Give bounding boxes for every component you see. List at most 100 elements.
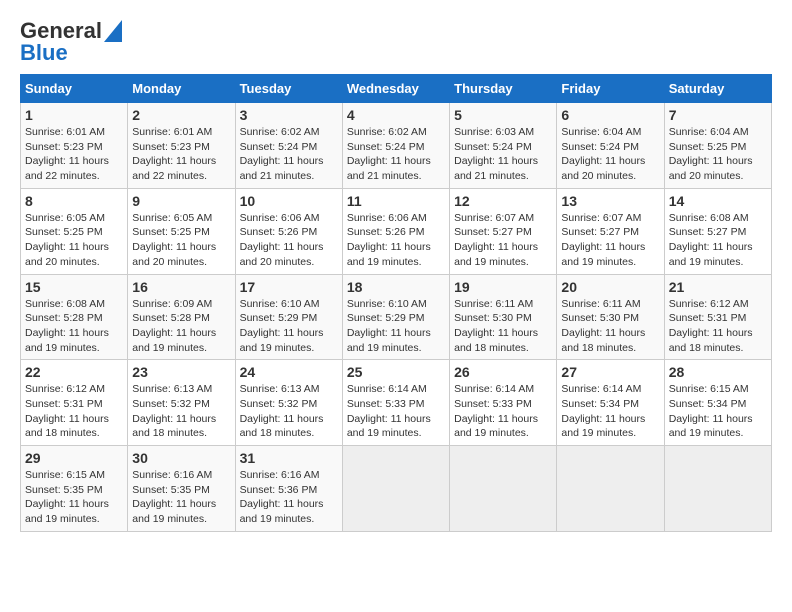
calendar-day-cell: 27 Sunrise: 6:14 AMSunset: 5:34 PMDaylig… xyxy=(557,360,664,446)
day-number: 8 xyxy=(25,193,123,209)
calendar-day-cell: 23 Sunrise: 6:13 AMSunset: 5:32 PMDaylig… xyxy=(128,360,235,446)
day-number: 30 xyxy=(132,450,230,466)
day-info: Sunrise: 6:07 AMSunset: 5:27 PMDaylight:… xyxy=(561,211,659,270)
calendar-day-cell: 7 Sunrise: 6:04 AMSunset: 5:25 PMDayligh… xyxy=(664,103,771,189)
calendar-week-row: 29 Sunrise: 6:15 AMSunset: 5:35 PMDaylig… xyxy=(21,446,772,532)
day-number: 21 xyxy=(669,279,767,295)
calendar-day-cell: 6 Sunrise: 6:04 AMSunset: 5:24 PMDayligh… xyxy=(557,103,664,189)
day-info: Sunrise: 6:12 AMSunset: 5:31 PMDaylight:… xyxy=(669,297,767,356)
calendar-table: SundayMondayTuesdayWednesdayThursdayFrid… xyxy=(20,74,772,532)
day-info: Sunrise: 6:06 AMSunset: 5:26 PMDaylight:… xyxy=(347,211,445,270)
empty-day-cell xyxy=(342,446,449,532)
day-info: Sunrise: 6:11 AMSunset: 5:30 PMDaylight:… xyxy=(561,297,659,356)
day-info: Sunrise: 6:08 AMSunset: 5:28 PMDaylight:… xyxy=(25,297,123,356)
weekday-header: Wednesday xyxy=(342,75,449,103)
day-info: Sunrise: 6:05 AMSunset: 5:25 PMDaylight:… xyxy=(25,211,123,270)
day-number: 27 xyxy=(561,364,659,380)
day-info: Sunrise: 6:14 AMSunset: 5:34 PMDaylight:… xyxy=(561,382,659,441)
day-number: 25 xyxy=(347,364,445,380)
calendar-header-row: SundayMondayTuesdayWednesdayThursdayFrid… xyxy=(21,75,772,103)
calendar-day-cell: 15 Sunrise: 6:08 AMSunset: 5:28 PMDaylig… xyxy=(21,274,128,360)
day-info: Sunrise: 6:16 AMSunset: 5:36 PMDaylight:… xyxy=(240,468,338,527)
day-number: 19 xyxy=(454,279,552,295)
day-info: Sunrise: 6:04 AMSunset: 5:24 PMDaylight:… xyxy=(561,125,659,184)
day-number: 10 xyxy=(240,193,338,209)
day-number: 4 xyxy=(347,107,445,123)
calendar-day-cell: 5 Sunrise: 6:03 AMSunset: 5:24 PMDayligh… xyxy=(450,103,557,189)
calendar-week-row: 15 Sunrise: 6:08 AMSunset: 5:28 PMDaylig… xyxy=(21,274,772,360)
day-number: 14 xyxy=(669,193,767,209)
weekday-header: Tuesday xyxy=(235,75,342,103)
calendar-week-row: 1 Sunrise: 6:01 AMSunset: 5:23 PMDayligh… xyxy=(21,103,772,189)
calendar-day-cell: 10 Sunrise: 6:06 AMSunset: 5:26 PMDaylig… xyxy=(235,188,342,274)
day-info: Sunrise: 6:08 AMSunset: 5:27 PMDaylight:… xyxy=(669,211,767,270)
calendar-day-cell: 16 Sunrise: 6:09 AMSunset: 5:28 PMDaylig… xyxy=(128,274,235,360)
day-info: Sunrise: 6:15 AMSunset: 5:35 PMDaylight:… xyxy=(25,468,123,527)
calendar-day-cell: 12 Sunrise: 6:07 AMSunset: 5:27 PMDaylig… xyxy=(450,188,557,274)
day-number: 28 xyxy=(669,364,767,380)
calendar-day-cell: 14 Sunrise: 6:08 AMSunset: 5:27 PMDaylig… xyxy=(664,188,771,274)
day-number: 6 xyxy=(561,107,659,123)
day-info: Sunrise: 6:03 AMSunset: 5:24 PMDaylight:… xyxy=(454,125,552,184)
empty-day-cell xyxy=(557,446,664,532)
day-number: 31 xyxy=(240,450,338,466)
calendar-day-cell: 1 Sunrise: 6:01 AMSunset: 5:23 PMDayligh… xyxy=(21,103,128,189)
calendar-day-cell: 26 Sunrise: 6:14 AMSunset: 5:33 PMDaylig… xyxy=(450,360,557,446)
calendar-week-row: 22 Sunrise: 6:12 AMSunset: 5:31 PMDaylig… xyxy=(21,360,772,446)
calendar-day-cell: 31 Sunrise: 6:16 AMSunset: 5:36 PMDaylig… xyxy=(235,446,342,532)
day-info: Sunrise: 6:06 AMSunset: 5:26 PMDaylight:… xyxy=(240,211,338,270)
logo-general: General xyxy=(20,20,102,42)
day-info: Sunrise: 6:13 AMSunset: 5:32 PMDaylight:… xyxy=(240,382,338,441)
logo: General Blue xyxy=(20,20,122,64)
calendar-day-cell: 25 Sunrise: 6:14 AMSunset: 5:33 PMDaylig… xyxy=(342,360,449,446)
day-info: Sunrise: 6:10 AMSunset: 5:29 PMDaylight:… xyxy=(240,297,338,356)
day-number: 23 xyxy=(132,364,230,380)
day-number: 3 xyxy=(240,107,338,123)
day-info: Sunrise: 6:02 AMSunset: 5:24 PMDaylight:… xyxy=(347,125,445,184)
calendar-day-cell: 22 Sunrise: 6:12 AMSunset: 5:31 PMDaylig… xyxy=(21,360,128,446)
day-number: 24 xyxy=(240,364,338,380)
calendar-day-cell: 28 Sunrise: 6:15 AMSunset: 5:34 PMDaylig… xyxy=(664,360,771,446)
calendar-day-cell: 4 Sunrise: 6:02 AMSunset: 5:24 PMDayligh… xyxy=(342,103,449,189)
day-number: 17 xyxy=(240,279,338,295)
day-info: Sunrise: 6:01 AMSunset: 5:23 PMDaylight:… xyxy=(25,125,123,184)
weekday-header: Monday xyxy=(128,75,235,103)
day-number: 22 xyxy=(25,364,123,380)
day-number: 2 xyxy=(132,107,230,123)
weekday-header: Sunday xyxy=(21,75,128,103)
day-info: Sunrise: 6:02 AMSunset: 5:24 PMDaylight:… xyxy=(240,125,338,184)
day-number: 9 xyxy=(132,193,230,209)
day-info: Sunrise: 6:05 AMSunset: 5:25 PMDaylight:… xyxy=(132,211,230,270)
calendar-day-cell: 3 Sunrise: 6:02 AMSunset: 5:24 PMDayligh… xyxy=(235,103,342,189)
logo-blue: Blue xyxy=(20,42,68,64)
weekday-header: Thursday xyxy=(450,75,557,103)
empty-day-cell xyxy=(664,446,771,532)
day-number: 16 xyxy=(132,279,230,295)
day-info: Sunrise: 6:14 AMSunset: 5:33 PMDaylight:… xyxy=(347,382,445,441)
calendar-day-cell: 18 Sunrise: 6:10 AMSunset: 5:29 PMDaylig… xyxy=(342,274,449,360)
day-number: 29 xyxy=(25,450,123,466)
calendar-day-cell: 29 Sunrise: 6:15 AMSunset: 5:35 PMDaylig… xyxy=(21,446,128,532)
calendar-day-cell: 8 Sunrise: 6:05 AMSunset: 5:25 PMDayligh… xyxy=(21,188,128,274)
day-info: Sunrise: 6:01 AMSunset: 5:23 PMDaylight:… xyxy=(132,125,230,184)
day-info: Sunrise: 6:11 AMSunset: 5:30 PMDaylight:… xyxy=(454,297,552,356)
day-number: 12 xyxy=(454,193,552,209)
day-number: 11 xyxy=(347,193,445,209)
calendar-day-cell: 21 Sunrise: 6:12 AMSunset: 5:31 PMDaylig… xyxy=(664,274,771,360)
day-info: Sunrise: 6:13 AMSunset: 5:32 PMDaylight:… xyxy=(132,382,230,441)
weekday-header: Saturday xyxy=(664,75,771,103)
day-number: 15 xyxy=(25,279,123,295)
day-number: 26 xyxy=(454,364,552,380)
day-number: 1 xyxy=(25,107,123,123)
day-info: Sunrise: 6:07 AMSunset: 5:27 PMDaylight:… xyxy=(454,211,552,270)
day-info: Sunrise: 6:12 AMSunset: 5:31 PMDaylight:… xyxy=(25,382,123,441)
calendar-day-cell: 19 Sunrise: 6:11 AMSunset: 5:30 PMDaylig… xyxy=(450,274,557,360)
day-info: Sunrise: 6:04 AMSunset: 5:25 PMDaylight:… xyxy=(669,125,767,184)
calendar-day-cell: 2 Sunrise: 6:01 AMSunset: 5:23 PMDayligh… xyxy=(128,103,235,189)
calendar-week-row: 8 Sunrise: 6:05 AMSunset: 5:25 PMDayligh… xyxy=(21,188,772,274)
day-number: 5 xyxy=(454,107,552,123)
calendar-day-cell: 9 Sunrise: 6:05 AMSunset: 5:25 PMDayligh… xyxy=(128,188,235,274)
day-number: 13 xyxy=(561,193,659,209)
logo-triangle-icon xyxy=(104,20,122,42)
day-number: 20 xyxy=(561,279,659,295)
